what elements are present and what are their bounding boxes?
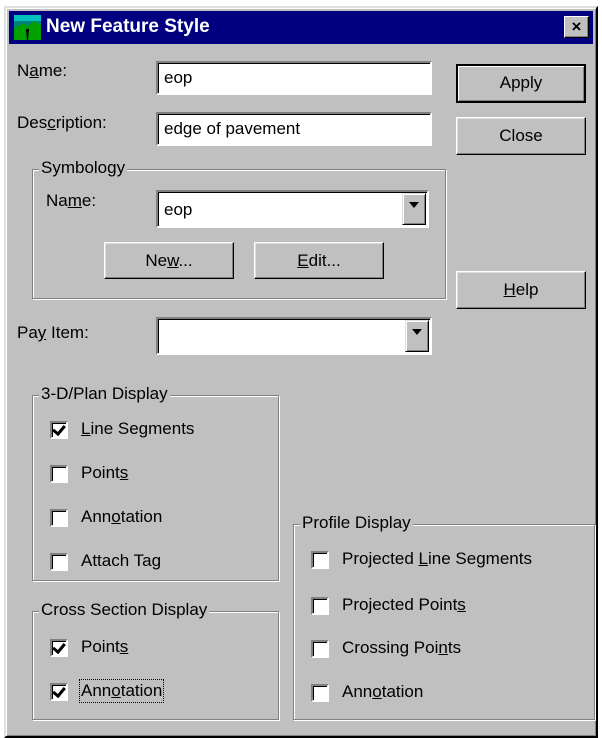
close-window-button[interactable]: × [564,16,589,38]
edit-symbology-button[interactable]: Edit... [254,242,384,279]
terrain-icon [14,15,41,40]
symbology-name-value: eop [164,200,193,219]
checkbox-box[interactable] [50,553,68,571]
checkbox-label: Annotation [78,679,165,703]
checkbox-box[interactable] [311,640,329,658]
symbology-name-label: Name: [46,191,97,210]
checkbox-label: Line Segments [81,419,195,438]
apply-button[interactable]: Apply [456,64,586,103]
checkbox-box[interactable] [50,639,68,657]
pay-item-select[interactable] [156,317,432,355]
checkbox-box[interactable] [311,551,329,569]
checkbox-box[interactable] [311,597,329,615]
chevron-down-icon[interactable] [402,193,426,225]
checkbox-label: Crossing Points [342,638,462,657]
chevron-down-icon[interactable] [405,320,429,352]
dialog-title: New Feature Style [46,16,210,37]
checkbox-box[interactable] [50,421,68,439]
close-button[interactable]: Close [456,117,586,155]
symbology-name-select[interactable]: eop [156,190,429,228]
help-button[interactable]: Help [456,271,586,309]
checkbox-box[interactable] [311,684,329,702]
name-field[interactable]: eop [156,61,432,95]
checkbox-label: Points [81,637,129,656]
checkbox-box[interactable] [50,509,68,527]
description-field[interactable]: edge of pavement [156,112,432,146]
pay-item-label: Pay Item: [17,323,89,342]
symbology-group-title: Symbology [39,158,128,178]
description-label: Description: [17,113,107,132]
symbology-group: Symbology Name: eop New... Edit... [32,158,446,299]
checkbox-label: Projected Points [342,595,466,614]
profile-display-group-title: Profile Display [300,513,413,533]
checkbox-box[interactable] [50,683,68,701]
profile-display-group: Profile Display Projected Line Segments … [293,513,595,720]
title-bar[interactable]: New Feature Style × [9,11,593,44]
checkbox-box[interactable] [50,465,68,483]
checkbox-label: Annotation [342,682,424,701]
checkbox-label: Projected Line Segments [342,549,532,568]
cross-section-group-title: Cross Section Display [39,600,210,620]
checkbox-label: Annotation [81,507,163,526]
checkbox-label: Attach Tag [81,551,162,570]
new-symbology-button[interactable]: New... [104,242,234,279]
cross-section-display-group: Cross Section Display Points Annotation [32,600,279,720]
name-label: Name: [17,61,68,80]
checkbox-label: Points [81,463,129,482]
plan-display-group: 3-D/Plan Display Line Segments Points An… [32,384,279,581]
plan-display-group-title: 3-D/Plan Display [39,384,170,404]
new-feature-style-dialog: New Feature Style × Name: eop Descriptio… [4,6,598,738]
